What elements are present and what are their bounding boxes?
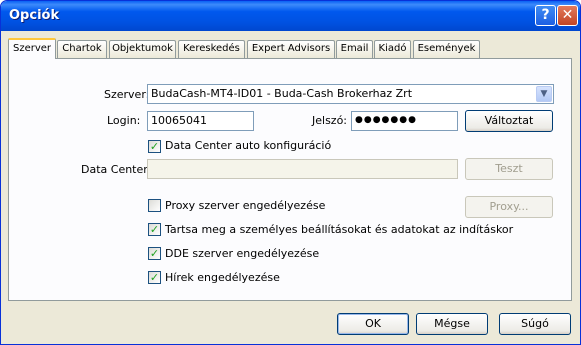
login-field[interactable]: 10065041 xyxy=(147,111,254,131)
news-checkbox[interactable]: ✓ xyxy=(148,271,161,284)
tab-email[interactable]: Email xyxy=(336,40,373,58)
help-button[interactable]: Súgó xyxy=(499,313,571,335)
keep-settings-checkbox[interactable]: ✓ xyxy=(148,223,161,236)
tab-expert-advisors[interactable]: Expert Advisors xyxy=(247,40,335,58)
title-bar[interactable]: Opciók ? ✕ xyxy=(1,1,580,31)
login-label: Login: xyxy=(107,114,141,127)
tab-chartok[interactable]: Chartok xyxy=(57,40,107,58)
tab-esemenyek[interactable]: Események xyxy=(413,40,480,58)
news-label: Hírek engedélyezése xyxy=(165,271,280,284)
datacenter-field[interactable] xyxy=(147,159,458,179)
server-value: BudaCash-MT4-ID01 - Buda-Cash Brokerhaz … xyxy=(151,87,413,100)
server-label: Szerver: xyxy=(104,88,150,101)
window-title: Opciók xyxy=(9,8,60,23)
datacenter-auto-label: Data Center auto konfiguráció xyxy=(165,139,332,152)
proxy-checkbox[interactable] xyxy=(148,199,161,212)
proxy-label: Proxy szerver engedélyezése xyxy=(165,199,326,212)
change-button[interactable]: Változtat xyxy=(465,110,553,132)
tab-kereskedes[interactable]: Kereskedés xyxy=(178,40,245,58)
password-field[interactable]: ●●●●●●● xyxy=(351,111,458,131)
password-label: Jelszó: xyxy=(312,114,348,127)
dde-checkbox[interactable]: ✓ xyxy=(148,247,161,260)
server-select[interactable]: BudaCash-MT4-ID01 - Buda-Cash Brokerhaz … xyxy=(147,84,554,104)
datacenter-label: Data Center: xyxy=(81,163,152,176)
options-dialog: Opciók ? ✕ Szerver Chartok Objektumok Ke… xyxy=(0,0,581,345)
tab-szerver[interactable]: Szerver xyxy=(8,38,56,59)
dde-label: DDE szerver engedélyezése xyxy=(165,247,320,260)
help-title-button[interactable]: ? xyxy=(535,5,556,26)
chevron-down-icon[interactable]: ▼ xyxy=(536,86,552,102)
proxy-button[interactable]: Proxy... xyxy=(465,196,553,218)
close-button[interactable]: ✕ xyxy=(557,5,578,26)
keep-settings-label: Tartsa meg a személyes beállításokat és … xyxy=(165,223,514,236)
tab-kiado[interactable]: Kiadó xyxy=(374,40,411,58)
tab-objektumok[interactable]: Objektumok xyxy=(109,40,176,58)
cancel-button[interactable]: Mégse xyxy=(416,313,488,335)
datacenter-auto-checkbox[interactable]: ✓ xyxy=(148,140,161,153)
test-button[interactable]: Teszt xyxy=(465,158,553,180)
ok-button[interactable]: OK xyxy=(337,313,409,335)
